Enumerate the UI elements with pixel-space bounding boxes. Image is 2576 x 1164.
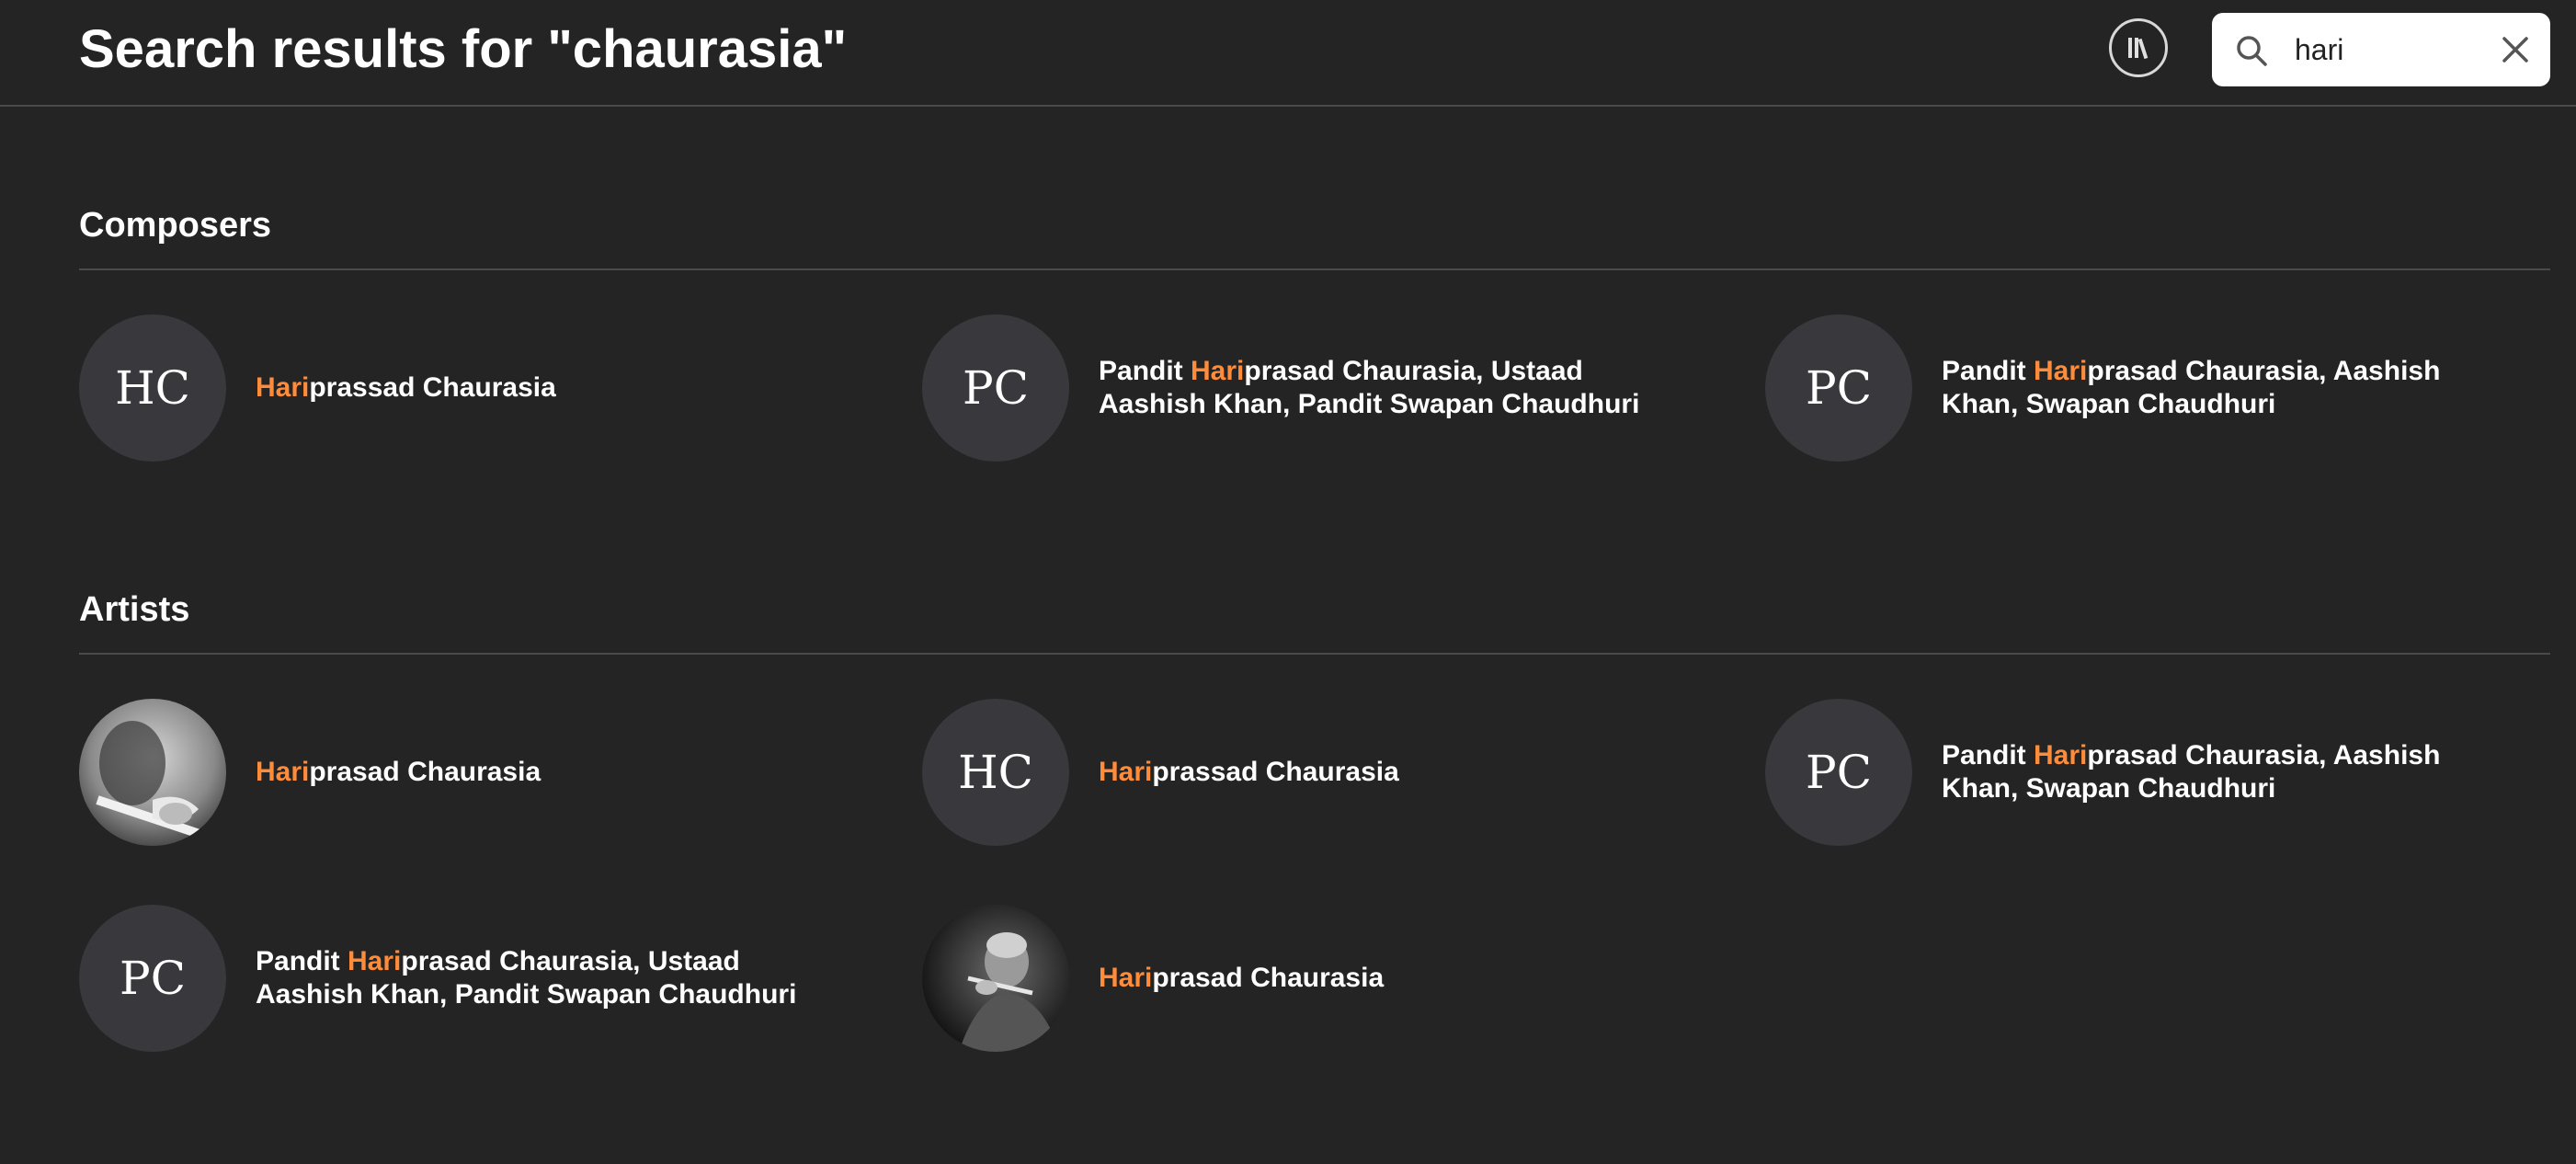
artists-heading: Artists [79,590,190,629]
artist-card[interactable]: HC Hariprassad Chaurasia [922,699,1750,846]
library-button[interactable] [2109,18,2168,77]
avatar-initials: HC [115,361,190,415]
name-highlight: Hari [1099,757,1153,787]
name-highlight: Hari [2034,740,2088,770]
artist-card[interactable]: Hariprasad Chaurasia [922,905,1750,1052]
artists-divider [79,653,2550,655]
artist-name: Hariprasad Chaurasia [256,756,541,789]
avatar: HC [79,314,226,462]
avatar: PC [1765,699,1912,846]
name-highlight: Hari [256,757,310,787]
name-highlight: Hari [348,946,402,976]
avatar: PC [1765,314,1912,462]
composer-card[interactable]: PC Pandit Hariprasad Chaurasia, Ustaad A… [922,314,1750,462]
composer-name: Hariprassad Chaurasia [256,371,556,405]
name-highlight: Hari [256,372,310,403]
artist-photo [922,905,1069,1052]
artist-name: Hariprasad Chaurasia [1099,962,1384,995]
avatar-initials: PC [120,952,186,1005]
avatar-initials: PC [963,361,1029,415]
name-rest: prasad Chaurasia [1152,963,1385,993]
artist-name: Hariprassad Chaurasia [1099,756,1399,789]
photo-avatar [922,905,1069,1052]
composer-name: Pandit Hariprasad Chaurasia, Ustaad Aash… [1099,355,1650,421]
name-prefix: Pandit [1942,740,2035,770]
name-highlight: Hari [1099,963,1153,993]
artist-name: Pandit Hariprasad Chaurasia, Aashish Kha… [1942,739,2493,805]
name-rest: prassad Chaurasia [309,372,556,403]
name-rest: prassad Chaurasia [1152,757,1399,787]
library-icon [2128,38,2149,60]
name-rest: prasad Chaurasia [309,757,541,787]
composers-heading: Composers [79,206,272,245]
search-input[interactable] [2295,28,2479,72]
name-highlight: Hari [2034,356,2088,386]
name-highlight: Hari [1191,356,1245,386]
artist-photo [79,699,226,846]
search-icon [2237,36,2267,66]
avatar: PC [79,905,226,1052]
artist-card[interactable]: PC Pandit Hariprasad Chaurasia, Ustaad A… [79,905,906,1052]
close-icon[interactable] [2501,35,2530,64]
name-prefix: Pandit [1099,356,1191,386]
name-prefix: Pandit [256,946,348,976]
composers-divider [79,268,2550,270]
artist-card[interactable]: PC Pandit Hariprasad Chaurasia, Aashish … [1765,699,2576,846]
avatar: HC [922,699,1069,846]
avatar-initials: PC [1806,746,1872,799]
composer-card[interactable]: HC Hariprassad Chaurasia [79,314,906,462]
avatar-initials: HC [958,746,1033,799]
search-box[interactable] [2212,13,2550,86]
header-bar: Search results for "chaurasia" [0,0,2576,107]
avatar-initials: PC [1806,361,1872,415]
composer-name: Pandit Hariprasad Chaurasia, Aashish Kha… [1942,355,2493,421]
avatar: PC [922,314,1069,462]
artist-name: Pandit Hariprasad Chaurasia, Ustaad Aash… [256,945,807,1011]
composer-card[interactable]: PC Pandit Hariprasad Chaurasia, Aashish … [1765,314,2576,462]
page-title: Search results for "chaurasia" [79,19,848,79]
name-prefix: Pandit [1942,356,2035,386]
photo-avatar [79,699,226,846]
artist-card[interactable]: Hariprasad Chaurasia [79,699,906,846]
